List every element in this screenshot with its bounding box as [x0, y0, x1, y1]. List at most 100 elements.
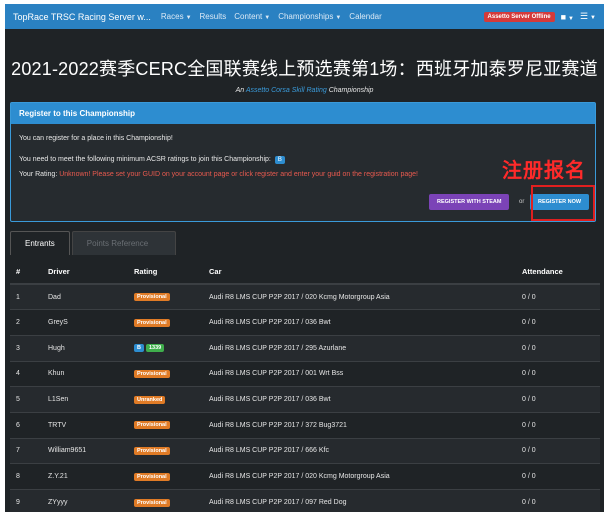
tab-points-reference[interactable]: Points Reference [71, 231, 176, 255]
cell-attendance: 0 / 0 [516, 309, 600, 336]
cell-car: Audi R8 LMS CUP P2P 2017 / 372 Bug3721 [203, 411, 516, 439]
cell-driver[interactable]: L1Sen [42, 386, 128, 413]
cell-num: 1 [10, 283, 42, 310]
brand-link[interactable]: TopRace TRSC Racing Server w... [13, 12, 151, 22]
tab-entrants[interactable]: Entrants [10, 231, 70, 255]
table-row: 7 William9651 Provisional Audi R8 LMS CUP P… [10, 437, 600, 464]
cell-rating: Provisional [128, 437, 203, 464]
register-info: You can register for a place in this Cha… [19, 135, 173, 142]
cell-attendance: 0 / 0 [516, 283, 600, 310]
annotation-highlight-box [531, 185, 595, 221]
chevron-down-icon: ▼ [264, 15, 271, 21]
cell-rating: Provisional [128, 283, 203, 310]
cell-rating: Provisional [128, 411, 203, 439]
page-subtitle: An Assetto Corsa Skill Rating Championsh… [5, 87, 604, 94]
cell-num: 8 [10, 463, 42, 490]
cell-num: 5 [10, 386, 42, 413]
nav-content-label: Content [234, 12, 263, 21]
cell-driver[interactable]: William9651 [42, 437, 128, 464]
cell-driver[interactable]: Z.Y.21 [42, 463, 128, 490]
cell-car: Audi R8 LMS CUP P2P 2017 / 036 Bwt [203, 309, 516, 336]
table-row: 2 GreyS Provisional Audi R8 LMS CUP P2P 201… [10, 309, 600, 336]
nav-content[interactable]: Content ▼ [234, 12, 270, 21]
cell-num: 4 [10, 360, 42, 387]
cell-driver[interactable]: ZYyyy [42, 489, 128, 512]
rating-badge: Unranked [134, 395, 166, 404]
subtitle-prefix: An [235, 87, 245, 94]
rating-badge: Provisional [134, 369, 170, 378]
nav-races[interactable]: Races ▼ [161, 12, 192, 21]
table-row: 6 TRTV Provisional Audi R8 LMS CUP P2P 2017… [10, 411, 600, 439]
cell-rating: B 1339 [128, 334, 203, 362]
user-icon[interactable]: ■ ▼ [561, 12, 574, 22]
header-car: Car [203, 260, 516, 285]
cell-num: 9 [10, 489, 42, 512]
cell-attendance: 0 / 0 [516, 360, 600, 387]
rating-badge: Provisional [134, 421, 170, 430]
cell-rating: Provisional [128, 463, 203, 490]
cell-car: Audi R8 LMS CUP P2P 2017 / 036 Bwt [203, 386, 516, 413]
cell-num: 6 [10, 411, 42, 439]
your-rating-label: Your Rating: [19, 171, 58, 178]
cell-num: 2 [10, 309, 42, 336]
rating-badge: Provisional [134, 472, 170, 481]
table-row: 3 Hugh B 1339 Audi R8 LMS CUP P2P 2017 / 295… [10, 334, 600, 362]
register-with-steam-button[interactable]: REGISTER WITH STEAM [429, 194, 510, 210]
nav-calendar[interactable]: Calendar [349, 12, 381, 21]
cell-car: Audi R8 LMS CUP P2P 2017 / 001 Wrt Bss [203, 360, 516, 387]
cell-driver[interactable]: Hugh [42, 334, 128, 362]
cell-driver[interactable]: Dad [42, 283, 128, 310]
cell-driver[interactable]: Khun [42, 360, 128, 387]
rating-badge: Provisional [134, 498, 170, 507]
table-body: 1 Dad Provisional Audi R8 LMS CUP P2P 2017 … [10, 283, 600, 512]
cell-rating: Provisional [128, 360, 203, 387]
cell-attendance: 0 / 0 [516, 489, 600, 512]
page-title: 2021-2022赛季CERC全国联赛线上预选赛第1场：西班牙加泰罗尼亚赛道 [11, 59, 598, 79]
cell-attendance: 0 / 0 [516, 463, 600, 490]
rating-score-badge: 1339 [145, 344, 165, 353]
cell-car: Audi R8 LMS CUP P2P 2017 / 097 Red Dog [203, 489, 516, 512]
cell-driver[interactable]: GreyS [42, 309, 128, 336]
rating-badge: Provisional [134, 293, 170, 302]
table-row: 8 Z.Y.21 Provisional Audi R8 LMS CUP P2P 20… [10, 463, 600, 490]
menu-icon[interactable]: ☰ ▼ [580, 11, 596, 22]
cell-num: 7 [10, 437, 42, 464]
rating-badge: B [134, 344, 144, 353]
rating-badge: Provisional [134, 318, 170, 327]
header-driver: Driver [42, 260, 128, 285]
cell-attendance: 0 / 0 [516, 411, 600, 439]
annotation-label: 注册报名 [502, 158, 586, 182]
chevron-down-icon: ▼ [185, 15, 192, 21]
cell-rating: Provisional [128, 309, 203, 336]
cell-attendance: 0 / 0 [516, 334, 600, 362]
entrants-table: # Driver Rating Car Attendance 1 Dad Provi… [10, 260, 600, 512]
acsr-link[interactable]: Assetto Corsa Skill Rating [246, 87, 327, 94]
server-status-badge: Assetto Server Offline [483, 11, 555, 22]
cell-car: Audi R8 LMS CUP P2P 2017 / 020 Kcmg Moto… [203, 283, 516, 310]
chevron-down-icon: ▼ [335, 15, 342, 21]
cell-rating: Unranked [128, 386, 203, 413]
cell-car: Audi R8 LMS CUP P2P 2017 / 666 Kfc [203, 437, 516, 464]
cell-car: Audi R8 LMS CUP P2P 2017 / 020 Kcmg Moto… [203, 463, 516, 490]
table-header-row: # Driver Rating Car Attendance [10, 260, 600, 285]
nav-championships-label: Championships [278, 12, 334, 21]
table-row: 4 Khun Provisional Audi R8 LMS CUP P2P 2017… [10, 360, 600, 387]
table-row: 1 Dad Provisional Audi R8 LMS CUP P2P 2017 … [10, 283, 600, 310]
nav-right: Assetto Server Offline ■ ▼ ☰ ▼ [483, 11, 596, 22]
cell-driver[interactable]: TRTV [42, 411, 128, 439]
or-separator: or [519, 199, 525, 205]
cell-car: Audi R8 LMS CUP P2P 2017 / 295 Azurlane [203, 334, 516, 362]
nav-championships[interactable]: Championships ▼ [278, 12, 341, 21]
nav-results[interactable]: Results [200, 12, 227, 21]
header-rating: Rating [128, 260, 203, 285]
cell-rating: Provisional [128, 489, 203, 512]
cell-attendance: 0 / 0 [516, 437, 600, 464]
required-rating-badge: B [274, 156, 285, 164]
nav-races-label: Races [160, 12, 184, 21]
cell-num: 3 [10, 334, 42, 362]
navbar: TopRace TRSC Racing Server w... Races ▼ R… [5, 4, 604, 29]
header-num: # [10, 260, 42, 285]
app-window: TopRace TRSC Racing Server w... Races ▼ R… [5, 4, 604, 512]
cell-attendance: 0 / 0 [516, 386, 600, 413]
table-row: 9 ZYyyy Provisional Audi R8 LMS CUP P2P 201… [10, 489, 600, 512]
